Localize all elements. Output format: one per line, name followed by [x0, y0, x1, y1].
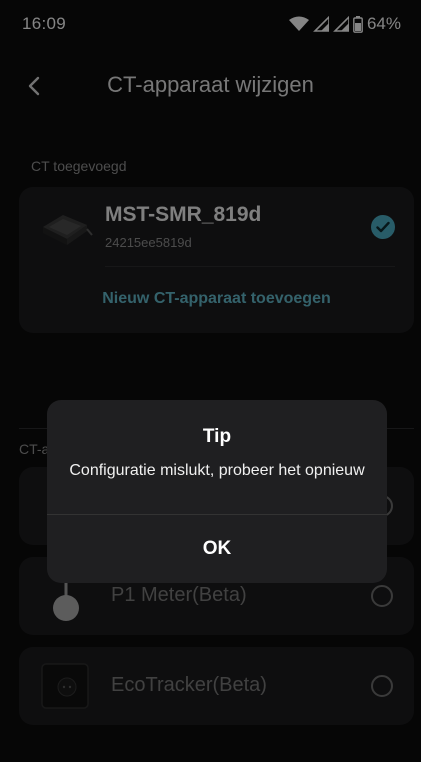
modal-overlay [0, 0, 421, 762]
dialog-title: Tip [202, 426, 232, 447]
dialog-message: Configuratie mislukt, probeer het opnieu… [69, 462, 365, 479]
tip-dialog: Tip Configuratie mislukt, probeer het op… [47, 400, 387, 583]
ok-button[interactable]: OK [47, 515, 387, 583]
